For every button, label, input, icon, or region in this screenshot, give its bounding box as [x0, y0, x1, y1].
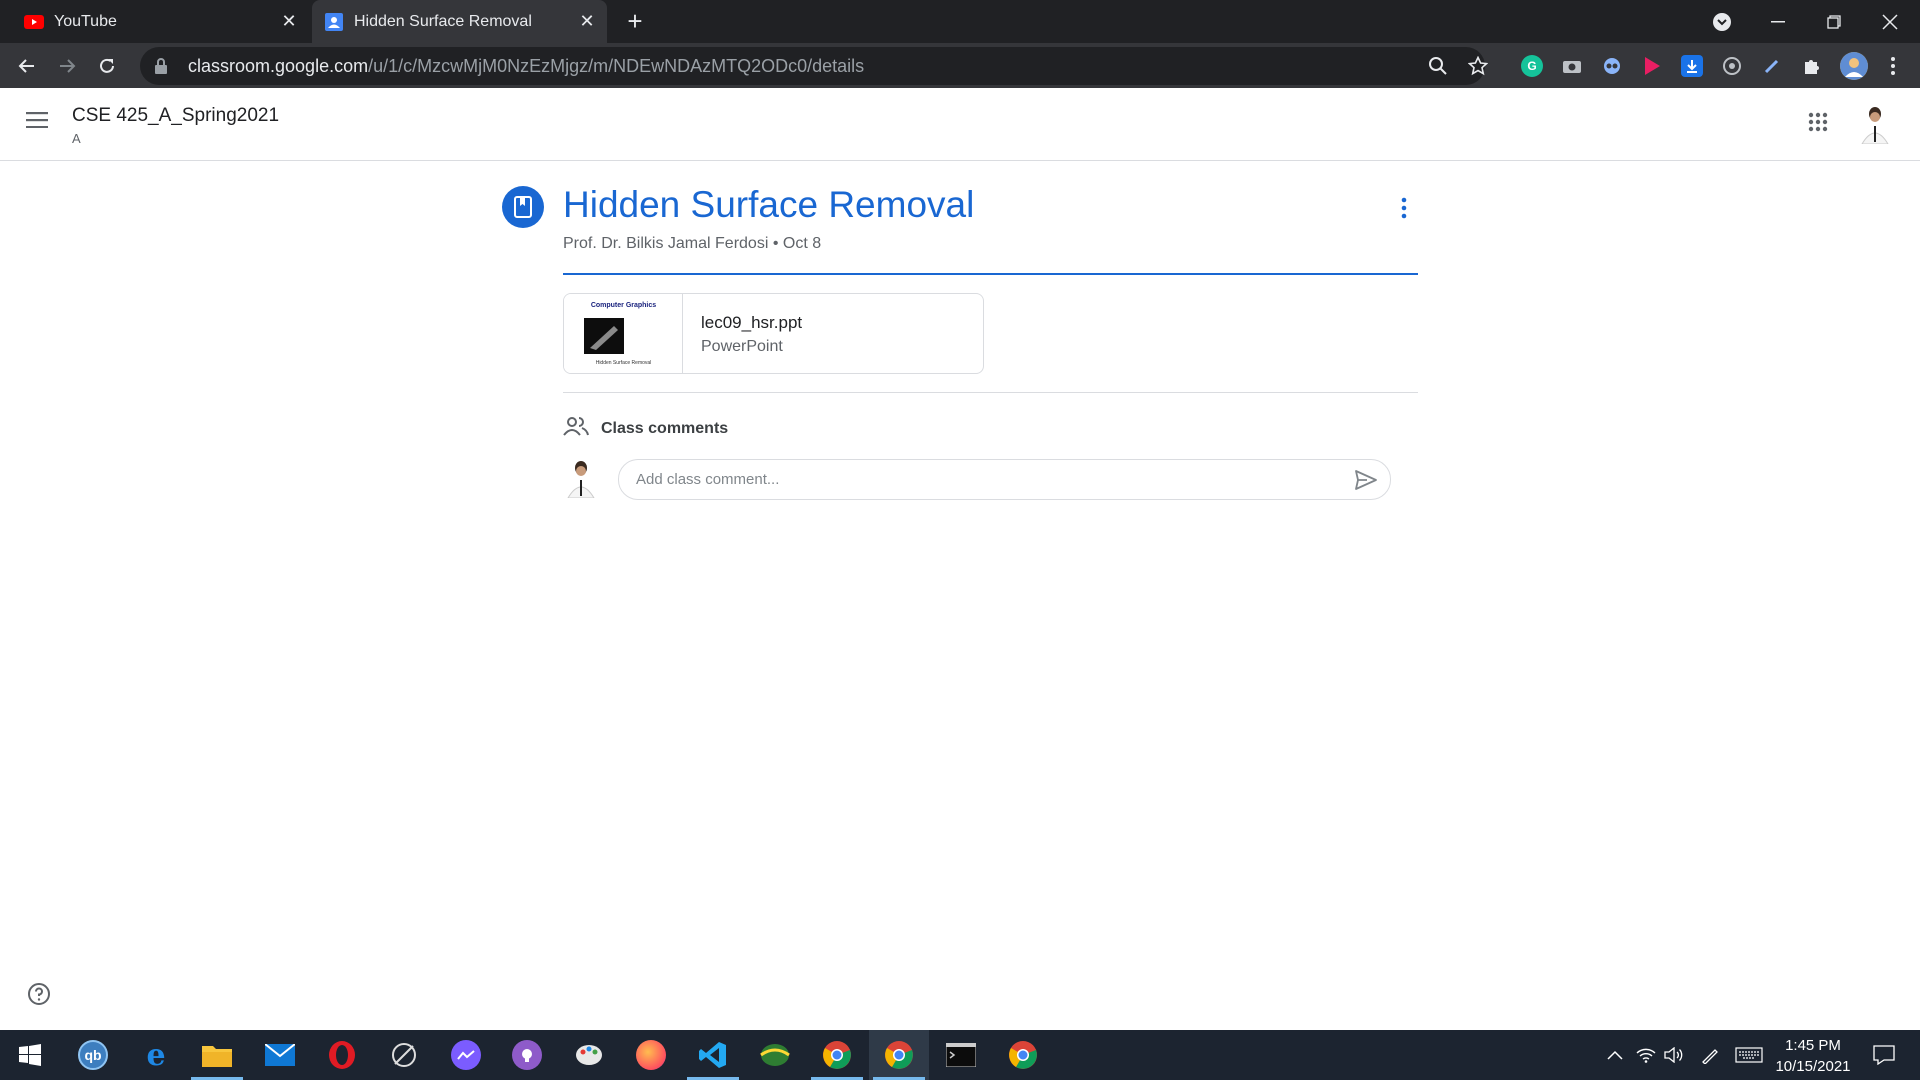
vscode-icon[interactable]: [683, 1030, 743, 1080]
minimize-button[interactable]: [1750, 0, 1806, 43]
title-divider: [563, 273, 1418, 275]
class-comments-header: Class comments: [563, 416, 728, 441]
chrome-profile-1-icon[interactable]: [807, 1030, 867, 1080]
wifi-icon[interactable]: [1633, 1030, 1659, 1080]
sync-extension-icon[interactable]: [1721, 55, 1743, 77]
zoom-icon[interactable]: [1428, 56, 1448, 76]
meta-separator: •: [772, 235, 779, 252]
thumbnail-image: [584, 318, 624, 354]
grammarly-icon[interactable]: G: [1521, 55, 1543, 77]
attachment-thumbnail: Computer Graphics Hidden Surface Removal: [564, 294, 683, 373]
class-comment-box[interactable]: [618, 459, 1391, 500]
post-date: Oct 8: [782, 235, 822, 252]
classroom-icon: [324, 12, 344, 32]
start-button[interactable]: [0, 1030, 60, 1080]
new-tab-button[interactable]: +: [622, 8, 648, 35]
course-section: A: [72, 131, 81, 146]
material-icon: [502, 186, 544, 228]
forward-icon[interactable]: [51, 50, 83, 82]
bookmark-star-icon[interactable]: [1467, 55, 1489, 76]
thumbnail-title: Computer Graphics: [590, 302, 657, 309]
earth-app-icon[interactable]: [745, 1030, 805, 1080]
extensions-puzzle-icon[interactable]: [1801, 55, 1823, 77]
taskbar-clock[interactable]: 1:45 PM 10/15/2021: [1768, 1035, 1858, 1077]
play-extension-icon[interactable]: [1641, 55, 1663, 77]
pen-workspace-icon[interactable]: [1697, 1030, 1723, 1080]
comments-divider: [563, 392, 1418, 393]
youtube-icon: [24, 12, 44, 32]
class-comment-input[interactable]: [636, 471, 1336, 488]
close-tab-icon[interactable]: ✕: [577, 11, 597, 31]
satellite-app-icon[interactable]: [374, 1030, 434, 1080]
mail-icon[interactable]: [250, 1030, 310, 1080]
clock-time: 1:45 PM: [1785, 1037, 1841, 1054]
profile-avatar[interactable]: [1840, 52, 1868, 80]
chrome-profile-3-icon[interactable]: [993, 1030, 1053, 1080]
close-window-button[interactable]: [1862, 0, 1918, 43]
send-icon[interactable]: [1354, 469, 1378, 491]
class-comments-label: Class comments: [601, 419, 729, 437]
edge-icon[interactable]: e: [126, 1030, 186, 1080]
messenger-icon[interactable]: [436, 1030, 496, 1080]
github-desktop-icon[interactable]: [497, 1030, 557, 1080]
url-text[interactable]: classroom.google.com/u/1/c/MzcwMjM0NzEzM…: [188, 56, 864, 77]
extension-icon[interactable]: [1601, 55, 1623, 77]
chrome-profile-2-icon[interactable]: [869, 1030, 929, 1080]
course-title[interactable]: CSE 425_A_Spring2021: [72, 105, 279, 127]
attachment-name: lec09_hsr.ppt: [701, 313, 803, 332]
classroom-header: CSE 425_A_Spring2021 A: [0, 88, 1920, 161]
windows-taskbar: qb e 1:45 PM 10/15/2021: [0, 1030, 1920, 1080]
more-options-icon[interactable]: [1394, 196, 1414, 220]
google-apps-icon[interactable]: [1808, 112, 1834, 138]
attachment-type: PowerPoint: [701, 338, 783, 355]
close-tab-icon[interactable]: ✕: [279, 11, 299, 31]
show-hidden-icons-icon[interactable]: [1602, 1030, 1628, 1080]
material-title: Hidden Surface Removal: [563, 184, 975, 225]
attachment-card[interactable]: Computer Graphics Hidden Surface Removal…: [563, 293, 984, 374]
chrome-menu-icon[interactable]: [1882, 55, 1904, 77]
people-icon: [563, 416, 589, 441]
paint-app-icon[interactable]: [559, 1030, 619, 1080]
keyboard-icon[interactable]: [1733, 1030, 1765, 1080]
thumbnail-caption: Hidden Surface Removal: [595, 360, 652, 366]
restore-button[interactable]: [1806, 0, 1862, 43]
lock-icon[interactable]: [154, 58, 170, 74]
browser-tab-bar: YouTube ✕ Hidden Surface Removal ✕ +: [0, 0, 1920, 43]
notifications-icon[interactable]: [1864, 1030, 1904, 1080]
browser-toolbar: classroom.google.com/u/1/c/MzcwMjM0NzEzM…: [0, 43, 1920, 88]
screenshot-extension-icon[interactable]: [1561, 55, 1583, 77]
author-name: Prof. Dr. Bilkis Jamal Ferdosi: [563, 235, 769, 252]
back-icon[interactable]: [11, 50, 43, 82]
tab-search-icon[interactable]: [1694, 0, 1750, 43]
help-icon[interactable]: [27, 982, 51, 1006]
tab-label: Hidden Surface Removal: [354, 12, 532, 30]
volume-icon[interactable]: [1661, 1030, 1687, 1080]
terminal-icon[interactable]: [931, 1030, 991, 1080]
url-path: /u/1/c/MzcwMjM0NzEzMjgz/m/NDEwNDAzMTQ2OD…: [368, 55, 865, 76]
material-meta: Prof. Dr. Bilkis Jamal Ferdosi • Oct 8: [563, 235, 821, 253]
account-avatar[interactable]: [1858, 104, 1892, 145]
opera-icon[interactable]: [312, 1030, 372, 1080]
firefox-icon[interactable]: [621, 1030, 681, 1080]
qbittorrent-icon[interactable]: qb: [63, 1030, 123, 1080]
user-avatar: [563, 458, 599, 499]
tab-youtube[interactable]: YouTube ✕: [14, 0, 309, 43]
file-explorer-icon[interactable]: [187, 1030, 247, 1080]
tab-hidden-surface-removal[interactable]: Hidden Surface Removal ✕: [312, 0, 607, 43]
url-host: classroom.google.com: [188, 55, 369, 76]
reload-icon[interactable]: [91, 50, 123, 82]
pen-extension-icon[interactable]: [1761, 55, 1783, 77]
main-menu-icon[interactable]: [26, 112, 54, 138]
address-bar[interactable]: classroom.google.com/u/1/c/MzcwMjM0NzEzM…: [140, 47, 1489, 85]
clock-date: 10/15/2021: [1775, 1058, 1851, 1075]
tab-label: YouTube: [54, 12, 117, 30]
download-extension-icon[interactable]: [1681, 55, 1703, 77]
